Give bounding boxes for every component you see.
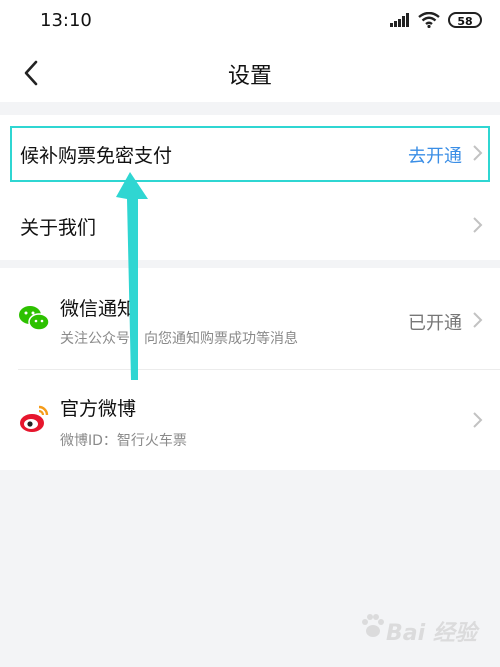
battery-level: 58 <box>457 15 473 28</box>
row-title: 候补购票免密支付 <box>20 145 173 167</box>
settings-group-1: 候补购票免密支付 去开通 关于我们 <box>0 115 500 260</box>
row-password-free-payment[interactable]: 候补购票免密支付 去开通 <box>0 115 500 187</box>
row-official-weibo[interactable]: 官方微博 微博ID：智行火车票 <box>0 370 500 470</box>
signal-icon <box>390 13 409 27</box>
watermark-text: Bai 经验 <box>386 621 477 646</box>
wifi-icon <box>418 12 440 28</box>
chevron-right-icon <box>473 145 483 161</box>
row-title: 微信通知 <box>60 298 137 320</box>
settings-group-2: 微信通知 关注公众号，向您通知购票成功等消息 已开通 官方微博 微博ID：智行火… <box>0 268 500 470</box>
nav-bar: 设置 <box>0 44 500 102</box>
status-bar: 13:10 58 <box>0 0 500 44</box>
row-title: 关于我们 <box>20 217 97 239</box>
activate-link[interactable]: 去开通 <box>408 142 462 168</box>
row-subtitle: 微博ID：智行火车票 <box>60 433 187 449</box>
chevron-right-icon <box>473 312 483 328</box>
weibo-icon <box>20 405 49 432</box>
row-wechat-notification[interactable]: 微信通知 关注公众号，向您通知购票成功等消息 已开通 <box>0 268 500 369</box>
chevron-right-icon <box>473 217 483 233</box>
row-subtitle: 关注公众号，向您通知购票成功等消息 <box>60 331 298 347</box>
baidu-watermark: Bai 经验 <box>358 605 478 649</box>
wechat-icon <box>19 306 50 331</box>
page-title: 设置 <box>227 64 272 89</box>
status-time: 13:10 <box>40 10 92 31</box>
row-title: 官方微博 <box>60 398 137 420</box>
paw-icon <box>362 614 384 637</box>
status-activated: 已开通 <box>408 313 462 334</box>
battery-icon: 58 <box>448 12 482 28</box>
row-about-us[interactable]: 关于我们 <box>0 187 500 260</box>
chevron-right-icon <box>473 412 483 428</box>
status-icons: 58 <box>390 12 482 28</box>
